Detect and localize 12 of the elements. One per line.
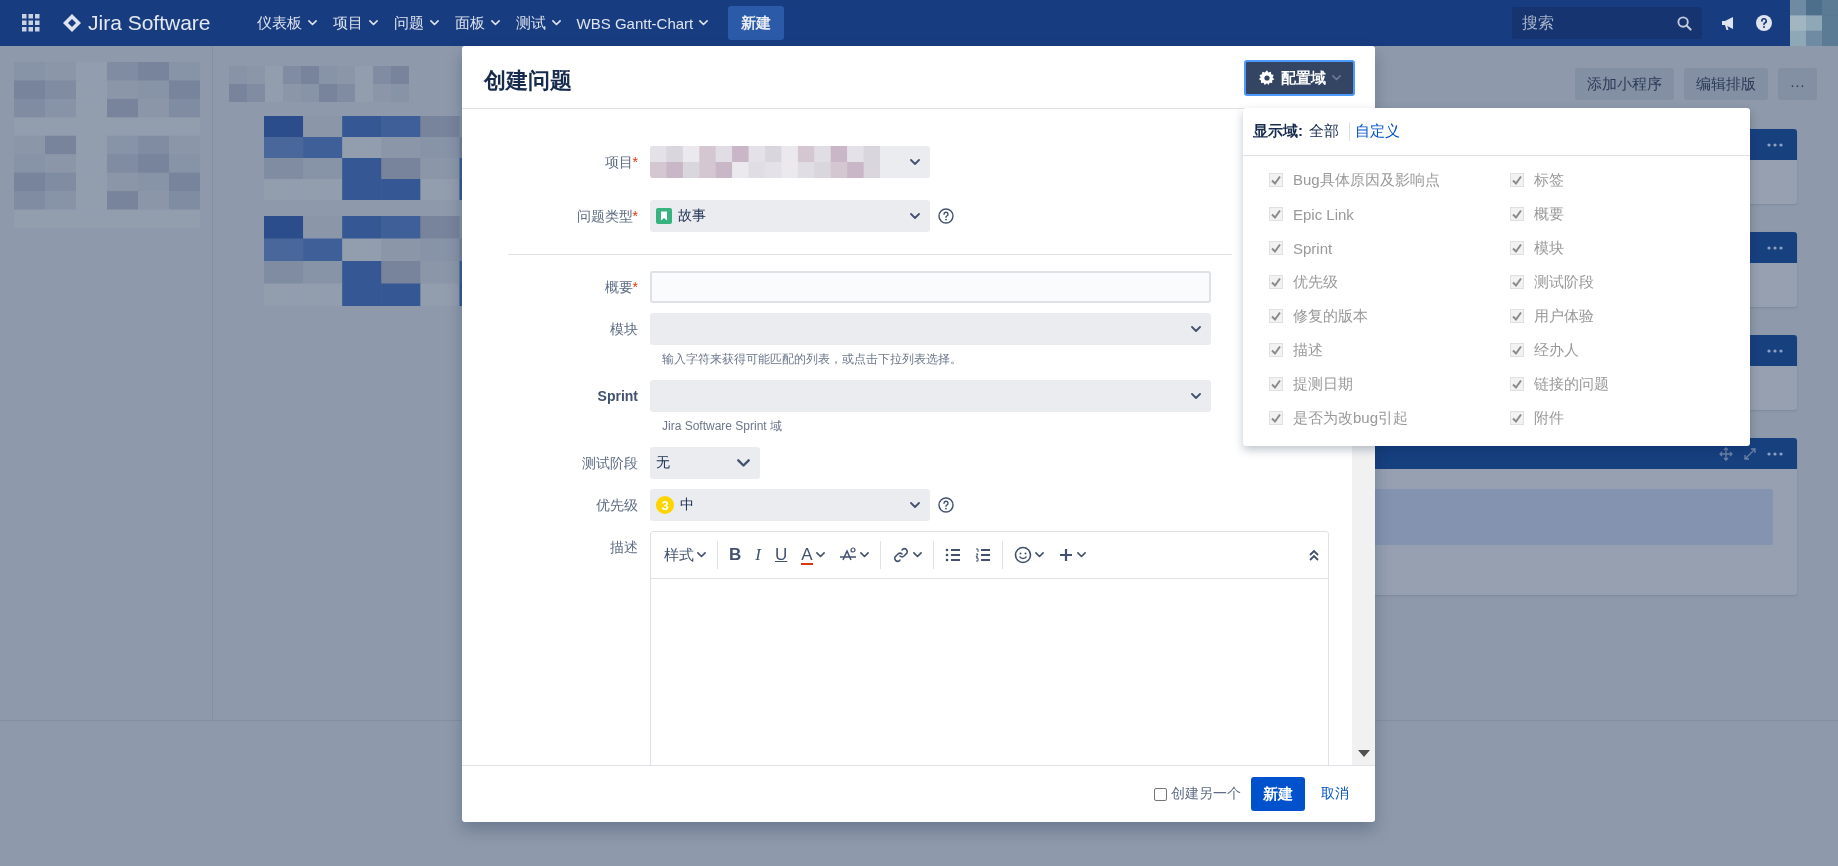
dialog-title: 创建问题 [484, 67, 572, 95]
field-label: 描述 [609, 538, 639, 557]
field-label: 问题类型* [575, 207, 639, 226]
field-label: 模块 [609, 320, 639, 339]
priority-badge: 3 [656, 496, 674, 514]
popup-label: 显示域: [1253, 122, 1303, 141]
field-label: Sprint [596, 387, 639, 406]
field-label: 优先级 [595, 496, 639, 515]
field-label: 测试阶段 [581, 454, 639, 473]
field-label: 概要* [603, 278, 639, 297]
field-hint: 输入字符来获得可能匹配的列表，或点击下拉列表选择。 [662, 351, 963, 368]
field-label: 项目* [603, 153, 639, 172]
